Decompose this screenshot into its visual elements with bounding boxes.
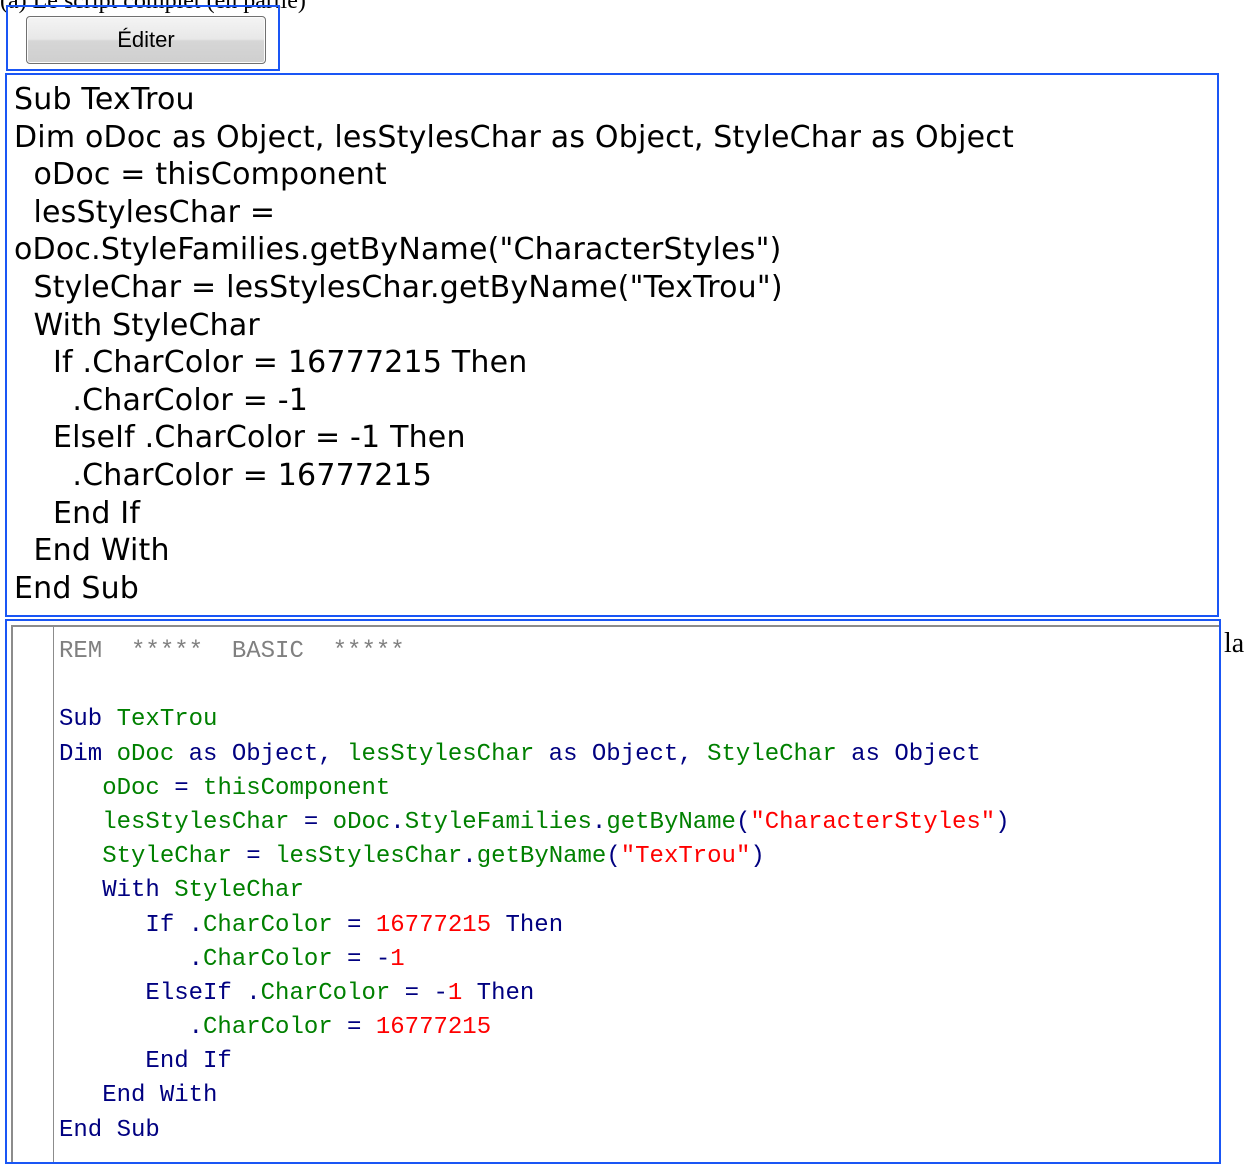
code-token: lesStylesChar: [347, 740, 535, 768]
code-line: End If: [14, 495, 141, 531]
side-note-text: la: [1224, 628, 1245, 659]
code-token: 1: [390, 945, 405, 973]
code-token: .: [246, 979, 261, 1007]
code-line: oDoc.StyleFamilies.getByName("CharacterS…: [14, 232, 782, 268]
ide-code-line: End If: [59, 1045, 1010, 1079]
ide-code-line: ElseIf .CharColor = -1 Then: [59, 977, 1010, 1011]
code-token: 1: [447, 979, 463, 1007]
basic-ide-frame: REM ***** BASIC ***** Sub TexTrou Dim oDoc…: [5, 619, 1221, 1164]
basic-ide-editor[interactable]: REM ***** BASIC ***** Sub TexTrou Dim oDoc…: [11, 625, 1219, 1162]
ide-code-line: If .CharColor = 16777215 Then: [59, 909, 1010, 943]
code-token: oDoc: [332, 808, 391, 836]
code-token: StyleChar: [174, 877, 304, 905]
code-line: StyleChar = lesStylesChar.getByName("Tex…: [14, 269, 783, 305]
code-token: = -: [390, 979, 448, 1007]
code-token: REM ***** BASIC *****: [59, 638, 405, 665]
code-token: getByName: [606, 808, 736, 836]
ide-code-line: .CharColor = -1: [59, 943, 1010, 977]
code-token: With: [59, 877, 175, 905]
ide-code-line: oDoc = thisComponent: [59, 772, 1010, 806]
line-number-gutter: [13, 627, 54, 1162]
ide-code-line: lesStylesChar = oDoc.StyleFamilies.getBy…: [59, 806, 1010, 840]
ide-code-line: End Sub: [59, 1114, 1010, 1148]
code-line: Sub TexTrou: [14, 82, 195, 117]
code-token: CharColor: [203, 1014, 333, 1042]
code-token: .: [188, 911, 204, 939]
code-token: .: [591, 808, 607, 836]
code-token: =: [289, 808, 333, 836]
code-token: StyleChar: [707, 740, 837, 768]
code-line: End Sub: [14, 570, 140, 606]
code-token: End If: [59, 1048, 232, 1076]
code-token: CharColor: [203, 911, 333, 939]
code-line: Dim oDoc as Object, lesStylesChar as Obj…: [14, 119, 1014, 155]
plain-text-code-block: Sub TexTrou Dim oDoc as Object, lesStyles…: [5, 73, 1219, 617]
code-token: oDoc: [116, 740, 175, 768]
code-token: oDoc: [102, 774, 160, 802]
ide-code-line: With StyleChar: [59, 874, 1010, 908]
ide-code-line: StyleChar = lesStylesChar.getByName("Tex…: [59, 840, 1010, 874]
code-token: lesStylesChar: [275, 843, 463, 871]
code-token: as Object: [836, 740, 981, 768]
code-token: .: [188, 945, 204, 973]
code-line: lesStylesChar =: [14, 194, 276, 230]
code-token: (: [735, 808, 751, 836]
ide-code-line: End With: [59, 1079, 1010, 1113]
code-token: lesStylesChar: [102, 808, 290, 836]
code-token: thisComponent: [203, 774, 391, 802]
code-token: = -: [332, 945, 391, 973]
code-line: .CharColor = -1: [14, 382, 309, 418]
code-token: =: [332, 1014, 376, 1042]
code-token: If: [59, 911, 189, 939]
code-line: End With: [14, 533, 170, 569]
code-token: TexTrou: [116, 706, 218, 734]
code-token: End With: [59, 1082, 218, 1110]
code-token: as Object,: [534, 740, 708, 768]
code-token: Then: [462, 979, 535, 1007]
ide-code-line: Sub TexTrou: [59, 703, 1010, 737]
code-token: getByName: [476, 843, 607, 871]
code-token: 16777215: [375, 1014, 492, 1042]
code-token: Dim: [59, 740, 117, 768]
code-token: End Sub: [59, 1116, 160, 1144]
code-line: With StyleChar: [14, 307, 260, 343]
code-token: as Object,: [174, 740, 348, 768]
code-token: 16777215: [375, 911, 492, 939]
ide-code-area[interactable]: REM ***** BASIC ***** Sub TexTrou Dim oDoc…: [59, 635, 1010, 1148]
code-token: "CharacterStyles": [750, 808, 996, 836]
plain-code-text: Sub TexTrou Dim oDoc as Object, lesStyles…: [14, 81, 1014, 607]
code-token: =: [231, 843, 276, 871]
code-token: =: [159, 774, 204, 802]
code-token: .: [390, 808, 405, 836]
ide-code-line: .CharColor = 16777215: [59, 1011, 1010, 1045]
code-token: Then: [491, 911, 564, 939]
code-token: .: [462, 843, 477, 871]
code-token: =: [332, 911, 376, 939]
code-token: ): [750, 843, 765, 871]
edit-button-frame: Éditer: [6, 5, 280, 71]
code-token: CharColor: [203, 945, 333, 973]
code-token: ElseIf: [59, 979, 247, 1007]
code-token: StyleFamilies: [404, 808, 592, 836]
code-line: .CharColor = 16777215: [14, 457, 433, 493]
code-line: If .CharColor = 16777215 Then: [14, 345, 528, 381]
code-token: ): [995, 808, 1010, 836]
ide-code-line: Dim oDoc as Object, lesStylesChar as Obj…: [59, 738, 1010, 772]
code-line: oDoc = thisComponent: [14, 157, 387, 193]
code-token: "TexTrou": [620, 843, 751, 871]
code-token: .: [188, 1014, 204, 1042]
code-line: ElseIf .CharColor = -1 Then: [14, 420, 466, 456]
code-token: Sub: [59, 706, 117, 734]
edit-button[interactable]: Éditer: [26, 16, 266, 64]
ide-code-line: REM ***** BASIC *****: [59, 635, 1010, 669]
code-token: (: [606, 843, 621, 871]
ide-code-line: [59, 669, 1010, 703]
code-token: CharColor: [260, 979, 391, 1007]
code-token: StyleChar: [102, 843, 232, 871]
